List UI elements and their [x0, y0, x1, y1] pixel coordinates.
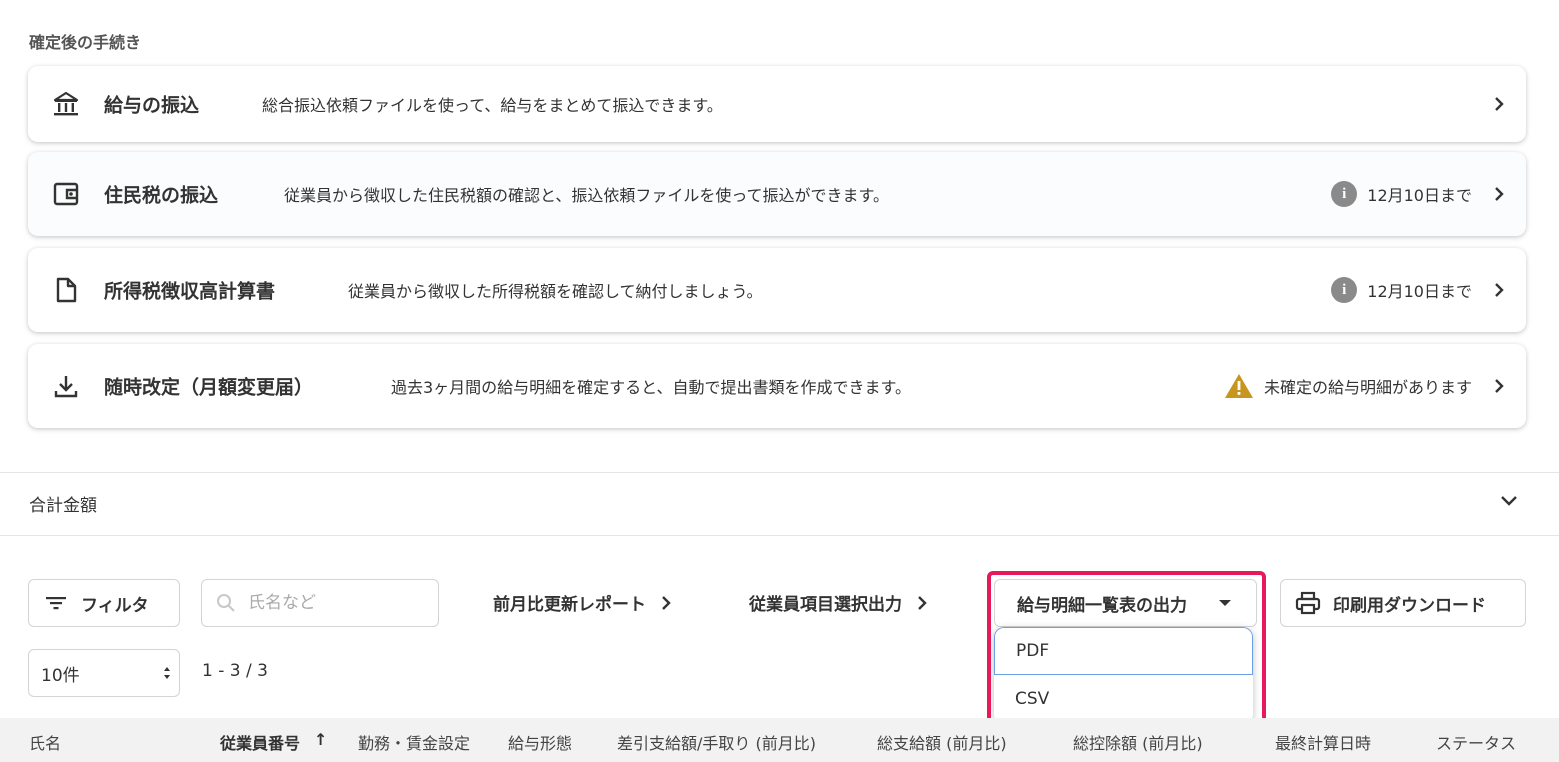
bank-icon	[53, 91, 79, 116]
chevron-right-icon	[1495, 379, 1504, 393]
select-arrows-icon	[164, 667, 170, 679]
highlight-frame	[987, 571, 1266, 734]
card-monthly-revision[interactable]: 随時改定（月額変更届） 過去3ヶ月間の給与明細を確定すると、自動で提出書類を作成…	[28, 344, 1526, 428]
pagination-range: 1 - 3 / 3	[202, 661, 268, 681]
divider	[0, 472, 1559, 473]
column-header-deductions[interactable]: 総控除額 (前月比)	[1073, 730, 1203, 754]
deadline-text: 12月10日まで	[1367, 282, 1472, 301]
card-title: 住民税の振込	[104, 184, 219, 207]
search-input[interactable]	[248, 593, 418, 613]
card-description: 従業員から徴収した所得税額を確認して納付しましょう。	[348, 282, 763, 301]
chevron-right-icon	[918, 595, 927, 610]
filter-button[interactable]: フィルタ	[28, 579, 180, 627]
chevron-right-icon	[662, 595, 671, 610]
warning-text: 未確定の給与明細があります	[1263, 378, 1472, 397]
deadline-text: 12月10日まで	[1367, 186, 1472, 205]
card-title: 随時改定（月額変更届）	[104, 376, 314, 399]
card-title: 所得税徴収高計算書	[104, 280, 276, 303]
card-status: 未確定の給与明細があります	[1224, 373, 1472, 399]
page-size-value: 10件	[41, 665, 80, 686]
employee-export-link[interactable]: 従業員項目選択出力	[749, 590, 928, 615]
chevron-down-icon[interactable]	[1500, 494, 1518, 508]
sort-arrow-icon: ↑	[314, 730, 328, 749]
section-title: 確定後の手続き	[29, 33, 142, 52]
card-description: 従業員から徴収した住民税額の確認と、振込依頼ファイルを使って振込ができます。	[284, 186, 889, 205]
column-header-last-calculated[interactable]: 最終計算日時	[1275, 730, 1371, 754]
column-header-net-pay[interactable]: 差引支給額/手取り (前月比)	[617, 730, 816, 754]
card-description: 過去3ヶ月間の給与明細を確定すると、自動で提出書類を作成できます。	[391, 378, 911, 397]
print-download-label: 印刷用ダウンロード	[1333, 595, 1486, 616]
download-icon	[54, 376, 78, 398]
card-resident-tax-transfer[interactable]: 住民税の振込 従業員から徴収した住民税額の確認と、振込依頼ファイルを使って振込が…	[28, 152, 1526, 236]
card-income-tax-report[interactable]: 所得税徴収高計算書 従業員から徴収した所得税額を確認して納付しましょう。 i 1…	[28, 248, 1526, 332]
printer-icon	[1295, 591, 1321, 615]
card-title: 給与の振込	[104, 94, 200, 117]
warning-icon	[1224, 374, 1253, 398]
column-header-employee-number[interactable]: 従業員番号 ↑	[220, 730, 327, 754]
monthly-report-label: 前月比更新レポート	[493, 595, 646, 615]
column-header-work-settings[interactable]: 勤務・賃金設定	[358, 730, 470, 754]
column-header-status[interactable]: ステータス	[1436, 730, 1516, 754]
card-status: i 12月10日まで	[1331, 277, 1472, 303]
info-icon: i	[1331, 181, 1358, 207]
employee-export-label: 従業員項目選択出力	[749, 595, 902, 615]
wallet-icon	[53, 182, 79, 206]
chevron-right-icon	[1495, 187, 1504, 201]
chevron-right-icon	[1495, 283, 1504, 297]
filter-icon	[46, 597, 66, 610]
info-icon: i	[1331, 277, 1358, 303]
card-salary-transfer[interactable]: 給与の振込 総合振込依頼ファイルを使って、給与をまとめて振込できます。	[28, 66, 1526, 142]
divider	[0, 535, 1559, 536]
search-box[interactable]	[201, 579, 439, 627]
page-size-select[interactable]: 10件	[28, 649, 180, 697]
print-download-button[interactable]: 印刷用ダウンロード	[1280, 579, 1526, 627]
document-icon	[56, 277, 77, 303]
chevron-right-icon	[1495, 97, 1504, 111]
card-description: 総合振込依頼ファイルを使って、給与をまとめて振込できます。	[262, 96, 723, 115]
column-label: 従業員番号	[220, 734, 301, 753]
card-status: i 12月10日まで	[1331, 181, 1472, 207]
total-amount-label: 合計金額	[29, 496, 97, 516]
monthly-report-link[interactable]: 前月比更新レポート	[493, 590, 672, 615]
column-header-pay-type[interactable]: 給与形態	[508, 730, 572, 754]
filter-label: フィルタ	[81, 595, 149, 616]
column-header-gross-pay[interactable]: 総支給額 (前月比)	[877, 730, 1007, 754]
column-header-name[interactable]: 氏名	[29, 730, 61, 754]
search-icon	[217, 594, 235, 612]
